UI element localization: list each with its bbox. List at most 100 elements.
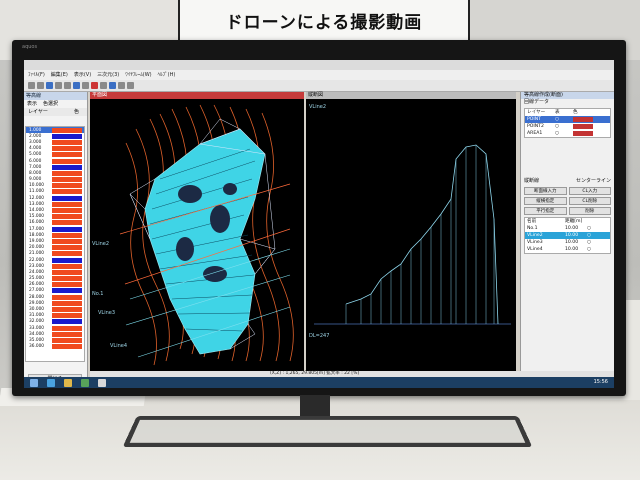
visibility-radio-icon[interactable]: ○ bbox=[555, 130, 573, 137]
menu-help[interactable]: ﾍﾙﾌﾟ(H) bbox=[158, 70, 176, 80]
layer-row[interactable]: 33.000 bbox=[26, 325, 84, 331]
specify-button[interactable]: 縦横指定 bbox=[524, 197, 567, 205]
toolbar-layer-icon[interactable] bbox=[73, 82, 80, 89]
layer-list[interactable]: 1.000 2.000 3.000 4.000 5.000 6.000 7.000 8.000… bbox=[25, 126, 85, 362]
layer-color-swatch[interactable] bbox=[52, 214, 82, 220]
layer-color-swatch[interactable] bbox=[52, 276, 82, 282]
layer-table-row[interactable]: AREA1 ○ bbox=[525, 130, 610, 137]
layer-color-swatch[interactable] bbox=[52, 177, 82, 183]
layer-table-color[interactable] bbox=[573, 117, 593, 122]
layer-row[interactable]: 28.000 bbox=[26, 294, 84, 300]
cl-delete-button[interactable]: CL削除 bbox=[568, 197, 611, 205]
layer-row[interactable]: 4.000 bbox=[26, 146, 84, 152]
toolbar-3d-icon[interactable] bbox=[109, 82, 116, 89]
layer-color-swatch[interactable] bbox=[52, 238, 82, 244]
section-line-radio-icon[interactable]: ○ bbox=[587, 246, 597, 253]
layer-row[interactable]: 20.000 bbox=[26, 245, 84, 251]
layer-color-swatch[interactable] bbox=[52, 133, 82, 139]
layer-color-swatch[interactable] bbox=[52, 319, 82, 325]
layer-color-swatch[interactable] bbox=[52, 269, 82, 275]
section-line-row[interactable]: VLine4 10.00 ○ bbox=[525, 246, 610, 253]
survey-app-icon[interactable] bbox=[98, 378, 106, 387]
toolbar-grid-icon[interactable] bbox=[64, 82, 71, 89]
layer-table-color[interactable] bbox=[573, 124, 593, 129]
toolbar-move-icon[interactable] bbox=[46, 82, 53, 89]
layer-row[interactable]: 10.000 bbox=[26, 183, 84, 189]
layer-row[interactable]: 27.000 bbox=[26, 288, 84, 294]
folder-icon[interactable] bbox=[64, 378, 72, 387]
layer-table-row[interactable]: POINT2 ○ bbox=[525, 123, 610, 130]
layer-color-swatch[interactable] bbox=[52, 164, 82, 170]
layer-row[interactable]: 26.000 bbox=[26, 282, 84, 288]
layer-color-swatch[interactable] bbox=[52, 257, 82, 263]
layer-row[interactable]: 30.000 bbox=[26, 306, 84, 313]
layer-color-swatch[interactable] bbox=[52, 226, 82, 232]
start-icon[interactable] bbox=[30, 378, 38, 387]
menu-edit[interactable]: 編集(E) bbox=[51, 70, 68, 80]
toolbar-zoom-icon[interactable] bbox=[55, 82, 62, 89]
layer-color-swatch[interactable] bbox=[52, 139, 82, 145]
layer-row[interactable]: 36.000 bbox=[26, 344, 84, 350]
menu-view[interactable]: 表示(V) bbox=[74, 70, 91, 80]
layer-row[interactable]: 16.000 bbox=[26, 220, 84, 226]
layer-color-swatch[interactable] bbox=[52, 300, 82, 306]
toolbar-save-icon[interactable] bbox=[37, 82, 44, 89]
tab-color-select[interactable]: 色選択 bbox=[43, 101, 58, 107]
delete-button[interactable]: 削除 bbox=[568, 207, 611, 215]
layer-color-swatch[interactable] bbox=[52, 183, 82, 189]
layer-color-swatch[interactable] bbox=[52, 152, 82, 158]
layer-color-swatch[interactable] bbox=[52, 158, 82, 164]
layer-row[interactable]: 22.000 bbox=[26, 257, 84, 263]
layer-row[interactable]: 6.000 bbox=[26, 158, 84, 164]
tab-display[interactable]: 表示 bbox=[27, 101, 37, 107]
menu-3d[interactable]: 三次元(3) bbox=[97, 70, 119, 80]
parallel-button[interactable]: 平行指定 bbox=[524, 207, 567, 215]
layer-color-swatch[interactable] bbox=[52, 232, 82, 238]
layer-color-swatch[interactable] bbox=[52, 201, 82, 207]
layer-color-swatch[interactable] bbox=[52, 263, 82, 269]
layer-color-swatch[interactable] bbox=[52, 195, 82, 201]
visibility-radio-icon[interactable]: ○ bbox=[555, 116, 573, 123]
layer-row[interactable]: 17.000 bbox=[26, 226, 84, 232]
layer-row[interactable]: 15.000 bbox=[26, 214, 84, 220]
layer-row[interactable]: 5.000 bbox=[26, 152, 84, 158]
layer-row[interactable]: 3.000 bbox=[26, 139, 84, 145]
layer-color-swatch[interactable] bbox=[52, 307, 82, 313]
layer-row[interactable]: 13.000 bbox=[26, 201, 84, 207]
layer-color-swatch[interactable] bbox=[52, 282, 82, 288]
layer-color-swatch[interactable] bbox=[52, 208, 82, 214]
plan-view[interactable]: VLine2 No.1 VLine3 VLine4 bbox=[90, 99, 304, 371]
section-line-row[interactable]: VLine3 10.00 ○ bbox=[525, 239, 610, 246]
layer-color-swatch[interactable] bbox=[52, 220, 82, 226]
layer-row[interactable]: 24.000 bbox=[26, 269, 84, 275]
visibility-radio-icon[interactable]: ○ bbox=[555, 123, 573, 130]
section-input-button[interactable]: 断面線入力 bbox=[524, 187, 567, 195]
layer-color-swatch[interactable] bbox=[52, 325, 82, 331]
layer-row[interactable]: 32.000 bbox=[26, 319, 84, 325]
toolbar-open-icon[interactable] bbox=[28, 82, 35, 89]
section-line-radio-icon[interactable]: ○ bbox=[587, 232, 597, 239]
section-line-row[interactable]: VLine2 10.00 ○ bbox=[525, 232, 610, 239]
layer-color-swatch[interactable] bbox=[52, 331, 82, 337]
layer-color-swatch[interactable] bbox=[52, 146, 82, 152]
toolbar-contour-icon[interactable] bbox=[118, 82, 125, 89]
browser-icon[interactable] bbox=[47, 378, 55, 387]
toolbar-settings-icon[interactable] bbox=[127, 82, 134, 89]
toolbar-measure-icon[interactable] bbox=[100, 82, 107, 89]
app-icon[interactable] bbox=[81, 378, 89, 387]
layer-row[interactable]: 7.000 bbox=[26, 164, 84, 170]
layer-row[interactable]: 1.000 bbox=[26, 127, 84, 134]
cl-input-button[interactable]: CL入力 bbox=[568, 187, 611, 195]
toolbar-section-icon[interactable] bbox=[91, 82, 98, 89]
layer-row[interactable]: 34.000 bbox=[26, 331, 84, 337]
layer-table-row[interactable]: POINT ○ bbox=[525, 116, 610, 123]
layer-row[interactable]: 9.000 bbox=[26, 177, 84, 183]
layer-row[interactable]: 21.000 bbox=[26, 251, 84, 257]
layer-color-swatch[interactable] bbox=[52, 344, 82, 350]
layer-table-color[interactable] bbox=[573, 131, 593, 136]
layer-color-swatch[interactable] bbox=[52, 294, 82, 300]
layer-row[interactable]: 12.000 bbox=[26, 195, 84, 201]
layer-color-swatch[interactable] bbox=[52, 189, 82, 195]
layer-color-swatch[interactable] bbox=[52, 337, 82, 343]
section-line-row[interactable]: No.1 10.00 ○ bbox=[525, 225, 610, 232]
